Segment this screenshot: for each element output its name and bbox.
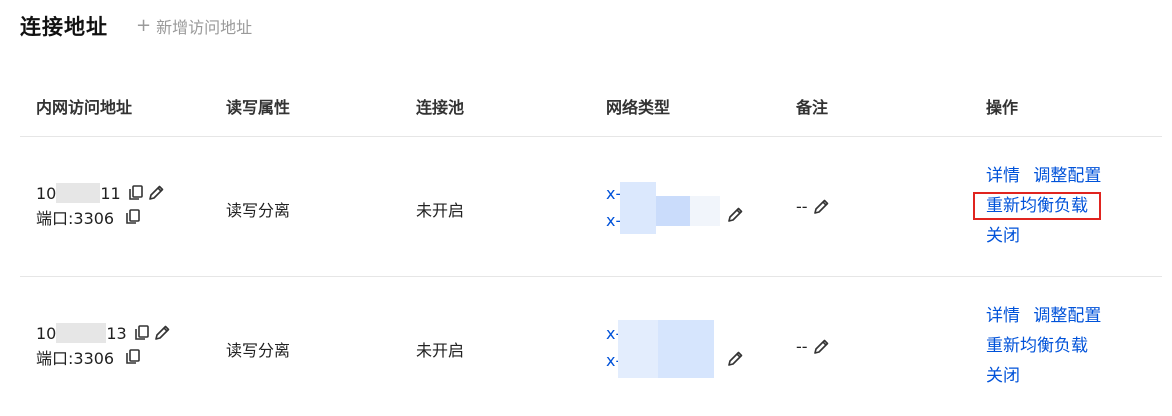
edit-icon[interactable] <box>153 324 171 342</box>
port-label: 端口:3306 <box>36 349 115 368</box>
column-header-rw: 读写属性 <box>226 98 291 117</box>
copy-icon[interactable] <box>128 185 143 201</box>
adjust-config-link[interactable]: 调整配置 <box>1033 306 1101 326</box>
address-suffix: 11 <box>100 183 121 203</box>
column-header-ops: 操作 <box>986 98 1019 117</box>
address-suffix: 13 <box>106 323 127 343</box>
copy-icon[interactable] <box>134 325 149 341</box>
edit-icon[interactable] <box>726 350 744 368</box>
ops-cell: 详情 调整配置 重新均衡负载 关闭 <box>973 161 1101 251</box>
column-header-pool: 连接池 <box>416 98 465 117</box>
copy-icon[interactable] <box>126 349 140 365</box>
remark-text: -- <box>796 337 808 356</box>
remark-text: -- <box>796 197 808 216</box>
column-header-network: 网络类型 <box>606 98 671 117</box>
address-mask <box>56 323 107 343</box>
pool-cell: 未开启 <box>416 201 465 220</box>
ops-cell: 详情 调整配置 重新均衡负载 关闭 <box>986 301 1101 391</box>
address-mask <box>56 183 101 203</box>
table-row: 10 11 端口:3306 读写分离 未开启 x- x- -- 详情 调整配置 … <box>20 137 1162 277</box>
header: 连接地址 + 新增访问地址 <box>20 8 252 44</box>
add-address-button[interactable]: + 新增访问地址 <box>136 14 252 38</box>
add-address-label: 新增访问地址 <box>156 18 253 37</box>
edit-icon[interactable] <box>812 338 830 356</box>
column-header-address: 内网访问地址 <box>36 98 133 117</box>
remark-cell: -- <box>796 337 830 356</box>
address-cell: 10 13 端口:3306 <box>36 321 171 369</box>
close-link[interactable]: 关闭 <box>986 366 1020 386</box>
rw-cell: 读写分离 <box>226 341 291 360</box>
address-prefix: 10 <box>36 183 57 203</box>
table-row: 10 13 端口:3306 读写分离 未开启 x- x- -- 详情 调整配置 … <box>20 277 1162 416</box>
plus-icon: + <box>136 15 152 36</box>
edit-icon[interactable] <box>147 184 165 202</box>
pool-cell: 未开启 <box>416 341 465 360</box>
rw-cell: 读写分离 <box>226 201 291 220</box>
remark-cell: -- <box>796 197 830 216</box>
rebalance-link[interactable]: 重新均衡负载 <box>986 336 1088 356</box>
rebalance-link[interactable]: 重新均衡负载 <box>973 192 1101 220</box>
port-label: 端口:3306 <box>36 209 115 228</box>
table-header: 内网访问地址 读写属性 连接池 网络类型 备注 操作 <box>20 72 1162 137</box>
edit-icon[interactable] <box>726 206 744 224</box>
close-link[interactable]: 关闭 <box>986 226 1020 246</box>
edit-icon[interactable] <box>812 198 830 216</box>
address-table: 内网访问地址 读写属性 连接池 网络类型 备注 操作 10 11 端口:3306 <box>20 72 1162 416</box>
detail-link[interactable]: 详情 <box>986 166 1020 186</box>
detail-link[interactable]: 详情 <box>986 306 1020 326</box>
address-cell: 10 11 端口:3306 <box>36 181 165 229</box>
page-title: 连接地址 <box>20 15 108 39</box>
column-header-remark: 备注 <box>796 98 829 117</box>
copy-icon[interactable] <box>126 209 140 225</box>
address-prefix: 10 <box>36 323 57 343</box>
adjust-config-link[interactable]: 调整配置 <box>1033 166 1101 186</box>
